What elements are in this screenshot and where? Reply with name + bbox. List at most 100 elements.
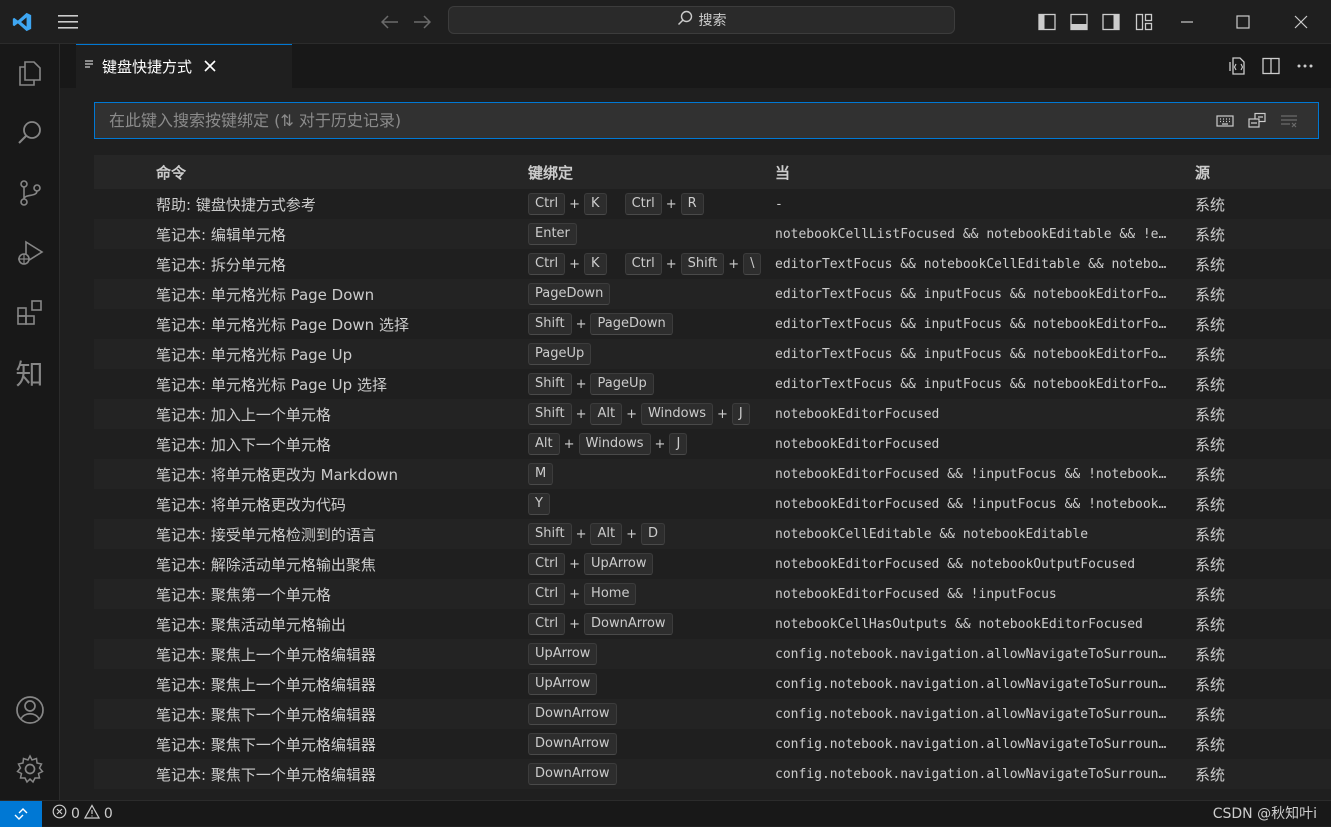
toggle-panel-icon[interactable]: [1065, 8, 1093, 36]
keybindings-search-input[interactable]: [107, 110, 1214, 131]
key-cap: Home: [584, 583, 637, 605]
keybinding-cell[interactable]: Shift + Alt + Windows + J: [526, 403, 774, 425]
more-actions-icon[interactable]: [1293, 54, 1317, 78]
keybinding-cell[interactable]: PageDown: [526, 283, 774, 305]
split-editor-icon[interactable]: [1259, 54, 1283, 78]
source-cell: 系统: [1195, 285, 1226, 304]
remote-indicator[interactable]: [0, 800, 42, 827]
zhi-icon[interactable]: 知: [0, 348, 59, 398]
source-control-icon[interactable]: [0, 168, 59, 218]
sort-by-precedence-icon[interactable]: [1246, 110, 1268, 132]
command-cell: 笔记本: 单元格光标 Page Down: [156, 285, 375, 304]
keybinding-cell[interactable]: Shift + Alt + D: [526, 523, 774, 545]
preview-icon: [82, 58, 96, 76]
keybinding-cell[interactable]: UpArrow: [526, 643, 774, 665]
table-row[interactable]: 笔记本: 聚焦第一个单元格 Ctrl + Home notebookEditorFocu…: [94, 579, 1331, 609]
source-cell: 系统: [1195, 615, 1226, 634]
when-cell: -: [775, 196, 783, 212]
table-row[interactable]: 笔记本: 解除活动单元格输出聚焦 Ctrl + UpArrow notebookEdit…: [94, 549, 1331, 579]
key-plus: +: [717, 406, 728, 422]
account-icon[interactable]: [0, 685, 59, 735]
problems-indicator[interactable]: 0 0: [52, 804, 113, 823]
table-row[interactable]: 笔记本: 聚焦下一个单元格编辑器 DownArrow config.notebook…: [94, 729, 1331, 759]
table-row[interactable]: 笔记本: 将单元格更改为代码 YnotebookEditorFocused && …: [94, 489, 1331, 519]
toggle-secondary-sidebar-icon[interactable]: [1097, 8, 1125, 36]
command-cell: 笔记本: 加入上一个单元格: [156, 405, 331, 424]
clear-search-icon[interactable]: [1278, 110, 1300, 132]
back-arrow-icon[interactable]: [376, 8, 404, 36]
explorer-icon[interactable]: [0, 48, 59, 98]
table-row[interactable]: 笔记本: 单元格光标 Page Up 选择 Shift + PageUp editorT…: [94, 369, 1331, 399]
maximize-icon[interactable]: [1229, 8, 1257, 36]
keybinding-cell[interactable]: Ctrl + UpArrow: [526, 553, 774, 575]
record-keys-icon[interactable]: [1214, 110, 1236, 132]
table-row[interactable]: 笔记本: 加入上一个单元格 Shift + Alt + Windows + Jnotebook…: [94, 399, 1331, 429]
table-row[interactable]: 笔记本: 接受单元格检测到的语言 Shift + Alt + DnotebookCellE…: [94, 519, 1331, 549]
table-row[interactable]: 笔记本: 聚焦下一个单元格编辑器 DownArrow config.notebook…: [94, 699, 1331, 729]
forward-arrow-icon[interactable]: [408, 8, 436, 36]
key-plus: +: [569, 616, 581, 632]
toggle-sidebar-icon[interactable]: [1033, 8, 1061, 36]
keybinding-cell[interactable]: DownArrow: [526, 733, 774, 755]
source-cell: 系统: [1195, 705, 1226, 724]
keybinding-cell[interactable]: M: [526, 463, 774, 485]
keybinding-cell[interactable]: Y: [526, 493, 774, 515]
table-row[interactable]: 笔记本: 单元格光标 Page Up PageUp editorTextFocus …: [94, 339, 1331, 369]
settings-gear-icon[interactable]: [0, 744, 59, 794]
keybinding-cell[interactable]: PageUp: [526, 343, 774, 365]
table-row[interactable]: 笔记本: 拆分单元格 Ctrl + K Ctrl + Shift + \ editorTextFo…: [94, 249, 1331, 279]
when-cell: notebookEditorFocused && notebookOutputF…: [775, 556, 1136, 572]
key-plus: +: [665, 256, 677, 272]
key-cap: Enter: [528, 223, 577, 245]
keybinding-cell[interactable]: Ctrl + DownArrow: [526, 613, 774, 635]
keybinding-cell[interactable]: DownArrow: [526, 763, 774, 785]
close-icon[interactable]: [204, 58, 216, 76]
keybinding-cell[interactable]: Shift + PageDown: [526, 313, 774, 335]
table-row[interactable]: 笔记本: 聚焦活动单元格输出 Ctrl + DownArrow notebookCell…: [94, 609, 1331, 639]
when-cell: config.notebook.navigation.allowNavigate…: [775, 766, 1167, 782]
table-row[interactable]: 帮助: 键盘快捷方式参考 Ctrl + K Ctrl + R - 系统: [94, 189, 1331, 219]
keybinding-cell[interactable]: Ctrl + K Ctrl + Shift + \: [526, 253, 774, 275]
search-icon[interactable]: [0, 108, 59, 158]
tab-keyboard-shortcuts[interactable]: 键盘快捷方式: [76, 44, 292, 88]
key-plus: +: [626, 406, 637, 422]
keybinding-cell[interactable]: UpArrow: [526, 673, 774, 695]
key-plus: +: [563, 436, 575, 452]
key-cap: PageDown: [590, 313, 673, 335]
key-cap: Alt: [590, 403, 623, 425]
status-bar: 0 0 CSDN @秋知叶i: [0, 800, 1331, 827]
run-debug-icon[interactable]: [0, 228, 59, 278]
key-cap: Alt: [590, 523, 623, 545]
key-cap: Ctrl: [528, 193, 566, 215]
key-plus: +: [654, 436, 666, 452]
key-cap: Shift: [528, 523, 572, 545]
table-row[interactable]: 笔记本: 聚焦上一个单元格编辑器 UpArrow config.notebook.n…: [94, 639, 1331, 669]
customize-layout-icon[interactable]: [1130, 8, 1158, 36]
source-cell: 系统: [1195, 765, 1226, 784]
menu-icon[interactable]: [54, 8, 82, 36]
key-cap: DownArrow: [528, 763, 617, 785]
keybinding-cell[interactable]: DownArrow: [526, 703, 774, 725]
keybinding-cell[interactable]: Shift + PageUp: [526, 373, 774, 395]
table-row[interactable]: 笔记本: 单元格光标 Page Down PageDown editorTextFo…: [94, 279, 1331, 309]
source-cell: 系统: [1195, 555, 1226, 574]
command-center-search[interactable]: 搜索: [448, 6, 955, 34]
open-json-icon[interactable]: [1225, 54, 1249, 78]
key-plus: +: [569, 196, 581, 212]
key-cap: PageUp: [590, 373, 654, 395]
keybinding-cell[interactable]: Ctrl + K Ctrl + R: [526, 193, 774, 215]
close-icon[interactable]: [1287, 8, 1315, 36]
table-row[interactable]: 笔记本: 聚焦下一个单元格编辑器 DownArrow config.notebook…: [94, 759, 1331, 789]
table-row[interactable]: 笔记本: 将单元格更改为 Markdown MnotebookEditorFocu…: [94, 459, 1331, 489]
table-row[interactable]: 笔记本: 聚焦上一个单元格编辑器 UpArrow config.notebook.n…: [94, 669, 1331, 699]
command-cell: 笔记本: 编辑单元格: [156, 225, 286, 244]
command-cell: 笔记本: 将单元格更改为 Markdown: [156, 465, 399, 484]
extensions-icon[interactable]: [0, 288, 59, 338]
keybinding-cell[interactable]: Alt + Windows + J: [526, 433, 774, 455]
table-row[interactable]: 笔记本: 加入下一个单元格 Alt + Windows + JnotebookEditor…: [94, 429, 1331, 459]
table-row[interactable]: 笔记本: 单元格光标 Page Down 选择 Shift + PageDown edi…: [94, 309, 1331, 339]
minimize-icon[interactable]: [1173, 8, 1201, 36]
keybinding-cell[interactable]: Enter: [526, 223, 774, 245]
table-row[interactable]: 笔记本: 编辑单元格 Enter notebookCellListFocused &…: [94, 219, 1331, 249]
keybinding-cell[interactable]: Ctrl + Home: [526, 583, 774, 605]
